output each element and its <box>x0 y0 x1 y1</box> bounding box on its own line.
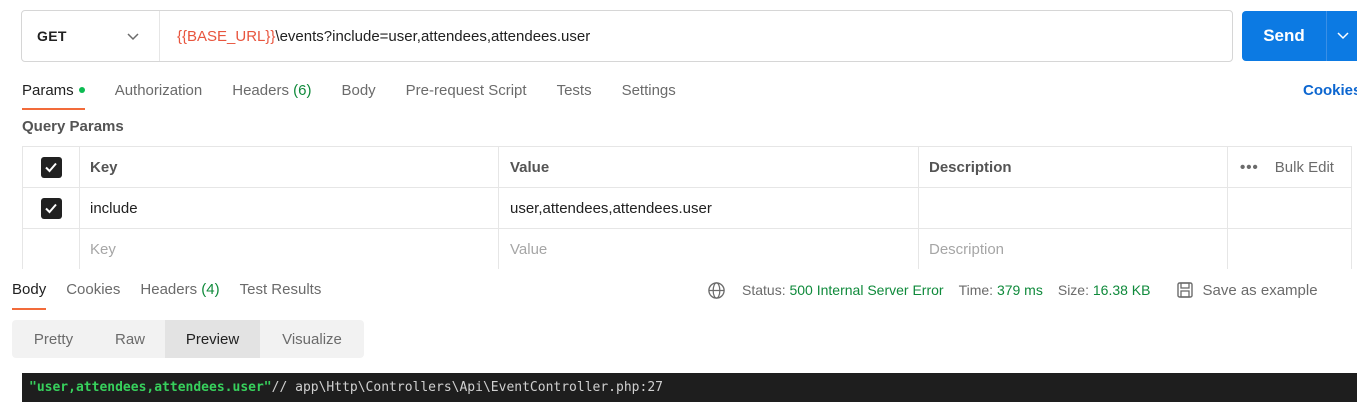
tab-label: Settings <box>621 82 676 99</box>
size-label: Size: <box>1057 282 1089 298</box>
status-value[interactable]: 500 Internal Server Error <box>789 282 943 298</box>
tab-label: Body <box>341 82 376 99</box>
time-value[interactable]: 379 ms <box>997 282 1043 298</box>
query-params-table: Key Value Description ••• Bulk Edit incl… <box>22 146 1352 269</box>
tab-body[interactable]: Body <box>341 82 375 110</box>
more-options-icon[interactable]: ••• <box>1240 159 1259 176</box>
tab-authorization[interactable]: Authorization <box>115 82 203 110</box>
new-key-input[interactable]: Key <box>80 229 499 269</box>
response-format-tabs: Pretty Raw Preview Visualize <box>12 320 364 358</box>
tab-count: (6) <box>293 82 312 99</box>
method-label: GET <box>37 28 67 44</box>
tab-pre-request-script[interactable]: Pre-request Script <box>406 82 527 110</box>
url-input[interactable]: {{BASE_URL}}\events?include=user,attende… <box>160 28 590 45</box>
query-params-title: Query Params <box>22 118 124 135</box>
param-key-input[interactable]: include <box>80 188 499 228</box>
tab-label: Headers <box>232 82 289 99</box>
request-tabs: Params Authorization Headers (6) Body Pr… <box>22 82 706 110</box>
check-icon <box>45 203 57 214</box>
new-value-input[interactable]: Value <box>499 229 919 269</box>
bulk-edit-button[interactable]: ••• Bulk Edit <box>1240 159 1334 176</box>
new-description-input[interactable]: Description <box>919 229 1228 269</box>
table-row: include user,attendees,attendees.user <box>23 188 1351 229</box>
tab-label: Cookies <box>66 281 121 298</box>
cookies-link[interactable]: Cookies <box>1303 82 1357 99</box>
row-extra-cell <box>1228 188 1351 228</box>
tab-label: Pre-request Script <box>405 82 527 99</box>
format-raw[interactable]: Raw <box>95 320 165 358</box>
value-header: Value <box>499 147 919 187</box>
save-as-example-button[interactable]: Save as example <box>1176 281 1318 299</box>
response-preview: "user,attendees,attendees.user" // app\H… <box>22 373 1357 402</box>
send-label: Send <box>1263 26 1305 45</box>
tab-label: Test Results <box>239 281 322 298</box>
bulk-edit-cell: ••• Bulk Edit <box>1228 147 1351 187</box>
url-bar: GET {{BASE_URL}}\events?include=user,att… <box>21 10 1233 62</box>
status-label: Status: <box>742 282 786 298</box>
select-all-checkbox[interactable] <box>40 156 62 178</box>
format-preview[interactable]: Preview <box>165 320 260 358</box>
tab-label: Tests <box>556 82 592 99</box>
description-header: Description <box>919 147 1228 187</box>
table-row-empty: Key Value Description <box>23 229 1351 269</box>
bulk-edit-label: Bulk Edit <box>1274 158 1334 176</box>
format-pretty[interactable]: Pretty <box>12 320 95 358</box>
header-check-cell <box>23 147 80 187</box>
tab-label: Body <box>12 281 47 298</box>
row-check-cell <box>23 188 80 228</box>
url-path: \events?include=user,attendees,attendees… <box>275 27 591 45</box>
empty-extra-cell <box>1228 229 1351 269</box>
tab-test-results[interactable]: Test Results <box>240 281 322 310</box>
tab-headers[interactable]: Headers (6) <box>232 82 311 110</box>
tab-tests[interactable]: Tests <box>557 82 592 110</box>
param-description-input[interactable] <box>919 188 1228 228</box>
tab-response-body[interactable]: Body <box>12 281 47 310</box>
save-icon <box>1177 282 1194 298</box>
format-visualize[interactable]: Visualize <box>260 320 364 358</box>
param-value-input[interactable]: user,attendees,attendees.user <box>499 188 919 228</box>
send-button[interactable]: Send <box>1242 11 1357 61</box>
globe-icon[interactable] <box>707 281 726 300</box>
url-variable: {{BASE_URL}} <box>177 27 276 45</box>
save-as-example-label: Save as example <box>1202 281 1318 299</box>
time-label: Time: <box>958 282 994 298</box>
chevron-down-icon <box>127 29 139 44</box>
send-options-chevron-icon[interactable] <box>1326 11 1349 61</box>
tab-label: Params <box>22 82 74 99</box>
preview-string: "user,attendees,attendees.user" <box>29 380 272 395</box>
tab-response-headers[interactable]: Headers (4) <box>140 281 219 310</box>
response-meta: Status: 500 Internal Server Error Time: … <box>707 280 1318 300</box>
check-icon <box>45 162 57 173</box>
row-checkbox[interactable] <box>40 197 62 219</box>
response-tabs: Body Cookies Headers (4) Test Results <box>12 281 341 310</box>
key-header: Key <box>80 147 499 187</box>
tab-count: (4) <box>201 281 220 298</box>
tab-label: Headers <box>140 281 198 298</box>
preview-comment: // app\Http\Controllers\Api\EventControl… <box>271 380 663 395</box>
table-header-row: Key Value Description ••• Bulk Edit <box>23 147 1351 188</box>
empty-check-cell <box>23 229 80 269</box>
size-value[interactable]: 16.38 KB <box>1093 282 1151 298</box>
tab-params[interactable]: Params <box>22 82 85 110</box>
active-dot-icon <box>78 87 85 94</box>
tab-settings[interactable]: Settings <box>622 82 676 110</box>
tab-label: Authorization <box>114 82 203 99</box>
method-select[interactable]: GET <box>22 11 160 61</box>
tab-response-cookies[interactable]: Cookies <box>66 281 120 310</box>
